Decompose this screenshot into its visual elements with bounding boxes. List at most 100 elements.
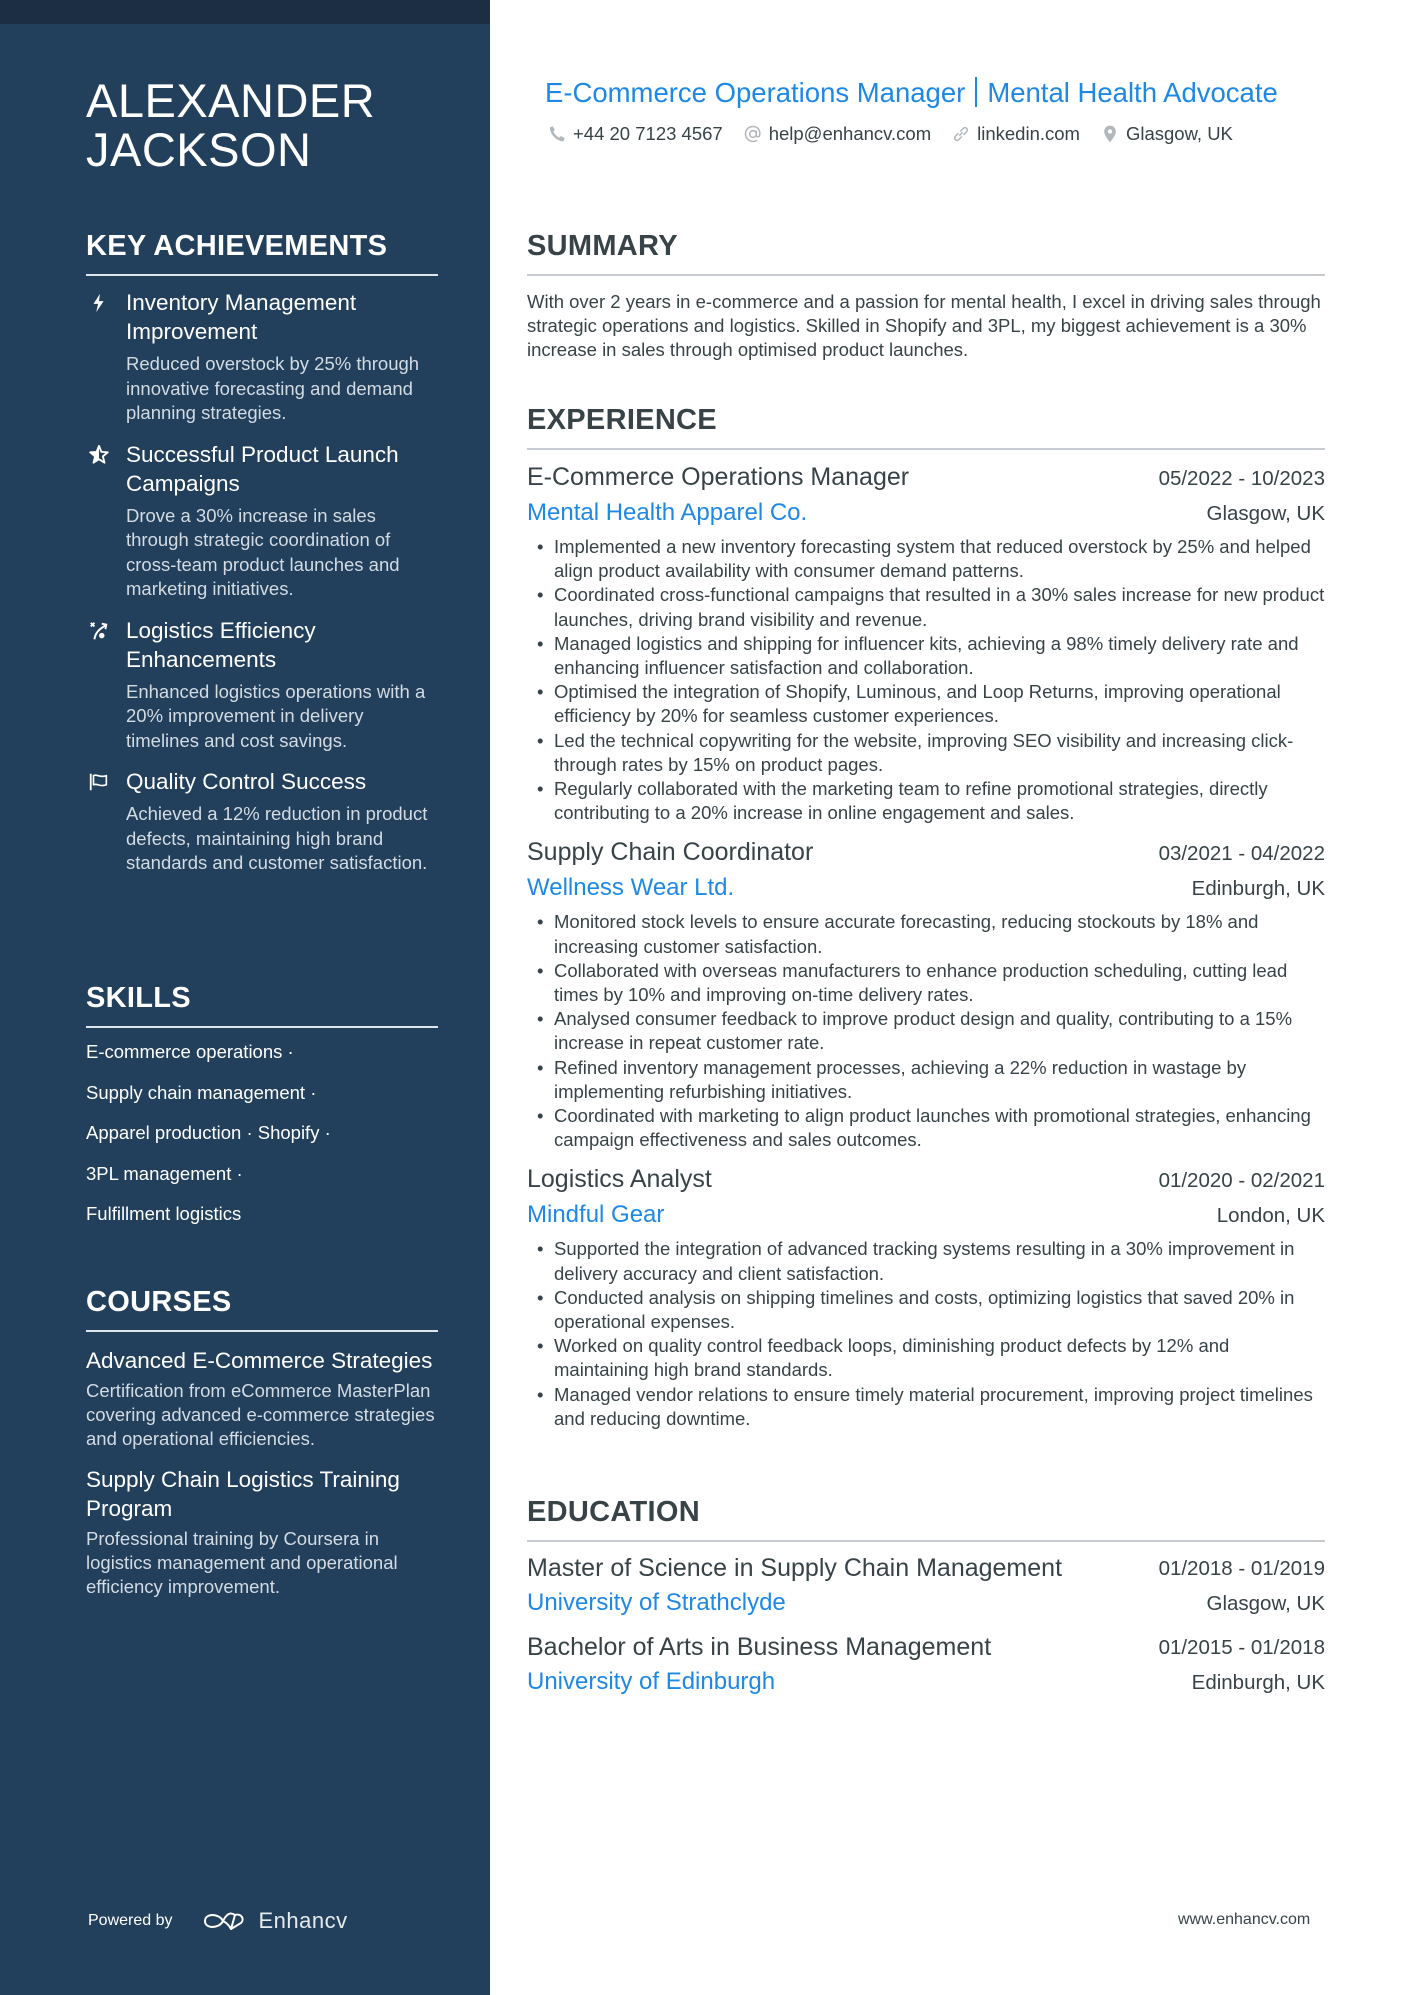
phone-text: +44 20 7123 4567 — [573, 123, 723, 144]
contact-email[interactable]: help@enhancv.com — [743, 123, 931, 145]
education-location: Glasgow, UK — [1206, 1592, 1326, 1615]
powered-by-label: Powered by — [88, 1912, 173, 1929]
headline-title: E-Commerce Operations Manager — [545, 77, 966, 108]
job-title: E-Commerce Operations Manager — [527, 463, 910, 491]
section-title: KEY ACHIEVEMENTS — [86, 228, 438, 276]
company-name: Mindful Gear — [527, 1201, 665, 1229]
job-entry: Logistics Analyst 01/2020 - 02/2021 Mind… — [527, 1162, 1325, 1431]
skill-line: Fulfillment logistics — [86, 1203, 242, 1224]
key-achievements-section: KEY ACHIEVEMENTS Inventory Management Im… — [86, 228, 438, 890]
bullet-item: Analysed consumer feedback to improve pr… — [527, 1007, 1325, 1055]
course-title: Supply Chain Logistics Training Program — [86, 1467, 400, 1521]
star-icon — [86, 442, 112, 468]
contact-row: +44 20 7123 4567 help@enhancv.com linked… — [547, 123, 1253, 145]
job-entry: E-Commerce Operations Manager 05/2022 - … — [527, 460, 1325, 825]
education-entry: Bachelor of Arts in Business Management … — [527, 1631, 1325, 1700]
job-location: Glasgow, UK — [1206, 502, 1326, 525]
bullet-item: Implemented a new inventory forecasting … — [527, 535, 1325, 583]
linkedin-text: linkedin.com — [977, 123, 1080, 144]
skills-section: SKILLS E-commerce operations · Supply ch… — [86, 980, 438, 1243]
school-name: University of Edinburgh — [527, 1668, 776, 1695]
job-dates: 03/2021 - 04/2022 — [1158, 842, 1325, 866]
section-title: COURSES — [86, 1284, 438, 1332]
job-bullets: Supported the integration of advanced tr… — [527, 1237, 1325, 1431]
education-dates: 01/2015 - 01/2018 — [1158, 1636, 1325, 1659]
experience-section: EXPERIENCE E-Commerce Operations Manager… — [527, 402, 1325, 1431]
name-last: JACKSON — [86, 123, 312, 176]
powered-by: Powered by Enhancv — [88, 1908, 348, 1934]
bullet-item: Conducted analysis on shipping timelines… — [527, 1286, 1325, 1334]
skills-list: E-commerce operations · Supply chain man… — [86, 1040, 438, 1226]
job-location: Edinburgh, UK — [1191, 877, 1325, 901]
bullet-item: Monitored stock levels to ensure accurat… — [527, 910, 1325, 958]
bullet-item: Supported the integration of advanced tr… — [527, 1237, 1325, 1285]
skill-line: Supply chain management · — [86, 1081, 317, 1103]
location-text: Glasgow, UK — [1125, 123, 1233, 144]
summary-text: With over 2 years in e-commerce and a pa… — [527, 291, 1321, 360]
education-entry: Master of Science in Supply Chain Manage… — [527, 1552, 1325, 1621]
section-title: EDUCATION — [527, 1494, 1325, 1542]
bullet-item: Regularly collaborated with the marketin… — [527, 777, 1325, 825]
bullet-item: Worked on quality control feedback loops… — [527, 1334, 1325, 1382]
bullet-item: Managed vendor relations to ensure timel… — [527, 1383, 1325, 1431]
job-bullets: Implemented a new inventory forecasting … — [527, 535, 1325, 825]
enhancv-logo-icon — [203, 1912, 244, 1930]
job-dates: 05/2022 - 10/2023 — [1158, 467, 1325, 490]
sidebar: ALEXANDER JACKSON KEY ACHIEVEMENTS Inven… — [0, 0, 490, 1995]
job-location: London, UK — [1216, 1204, 1325, 1228]
skill-line: E-commerce operations · — [86, 1041, 294, 1062]
route-icon — [86, 618, 112, 644]
job-bullets: Monitored stock levels to ensure accurat… — [527, 910, 1325, 1152]
degree-title: Bachelor of Arts in Business Management — [527, 1633, 992, 1661]
education-location: Edinburgh, UK — [1191, 1671, 1325, 1694]
achievement-item: Inventory Management Improvement Reduced… — [86, 288, 438, 426]
degree-title: Master of Science in Supply Chain Manage… — [527, 1554, 1063, 1582]
section-title: SUMMARY — [527, 228, 1325, 276]
school-name: University of Strathclyde — [527, 1589, 786, 1616]
contact-linkedin[interactable]: linkedin.com — [951, 123, 1080, 145]
map-pin-icon — [1104, 125, 1116, 143]
achievement-desc: Drove a 30% increase in sales through st… — [126, 504, 400, 600]
contact-phone[interactable]: +44 20 7123 4567 — [547, 123, 723, 145]
bullet-item: Managed logistics and shipping for influ… — [527, 632, 1325, 680]
bullet-item: Coordinated with marketing to align prod… — [527, 1104, 1325, 1152]
bullet-item: Led the technical copywriting for the we… — [527, 729, 1325, 777]
summary-section: SUMMARY With over 2 years in e-commerce … — [527, 228, 1325, 362]
bullet-item: Refined inventory management processes, … — [527, 1056, 1325, 1104]
job-title: Logistics Analyst — [527, 1165, 712, 1194]
headline-subtitle: Mental Health Advocate — [987, 77, 1278, 108]
skill-line: 3PL management · — [86, 1162, 243, 1184]
lightning-bolt-icon — [86, 290, 112, 316]
achievement-title: Quality Control Success — [126, 769, 367, 794]
company-name: Wellness Wear Ltd. — [527, 874, 735, 902]
achievement-desc: Reduced overstock by 25% through innovat… — [126, 353, 420, 423]
bullet-item: Collaborated with overseas manufacturers… — [527, 959, 1325, 1007]
achievement-item: Successful Product Launch Campaigns Drov… — [86, 440, 438, 602]
achievement-title: Successful Product Launch Campaigns — [126, 441, 399, 496]
achievement-title: Logistics Efficiency Enhancements — [126, 617, 316, 672]
education-section: EDUCATION Master of Science in Supply Ch… — [527, 1494, 1325, 1700]
bullet-item: Optimised the integration of Shopify, Lu… — [527, 680, 1325, 728]
achievement-item: Logistics Efficiency Enhancements Enhanc… — [86, 616, 438, 754]
candidate-name: ALEXANDER JACKSON — [86, 76, 446, 174]
footer-url[interactable]: www.enhancv.com — [1178, 1911, 1310, 1929]
achievement-desc: Achieved a 12% reduction in product defe… — [126, 803, 428, 873]
flag-icon — [86, 769, 112, 795]
achievements-list: Inventory Management Improvement Reduced… — [86, 288, 438, 876]
course-desc: Certification from eCommerce MasterPlan … — [86, 1380, 435, 1449]
achievement-title: Inventory Management Improvement — [126, 290, 357, 344]
brand-name[interactable]: Enhancv — [259, 1908, 348, 1934]
course-desc: Professional training by Coursera in log… — [86, 1528, 398, 1597]
courses-section: COURSES Advanced E-Commerce Strategies C… — [86, 1284, 438, 1607]
name-first: ALEXANDER — [86, 74, 376, 127]
phone-icon — [549, 126, 565, 142]
course-item: Advanced E-Commerce Strategies Certifica… — [86, 1346, 438, 1451]
achievement-item: Quality Control Success Achieved a 12% r… — [86, 767, 438, 876]
bullet-item: Coordinated cross-functional campaigns t… — [527, 583, 1325, 631]
education-dates: 01/2018 - 01/2019 — [1158, 1557, 1325, 1580]
section-title: EXPERIENCE — [527, 402, 1325, 450]
skill-line: Apparel production · Shopify · — [86, 1122, 331, 1143]
link-icon — [954, 126, 969, 142]
headline: E-Commerce Operations Manager Mental Heal… — [545, 75, 1325, 111]
section-title: SKILLS — [86, 980, 438, 1028]
